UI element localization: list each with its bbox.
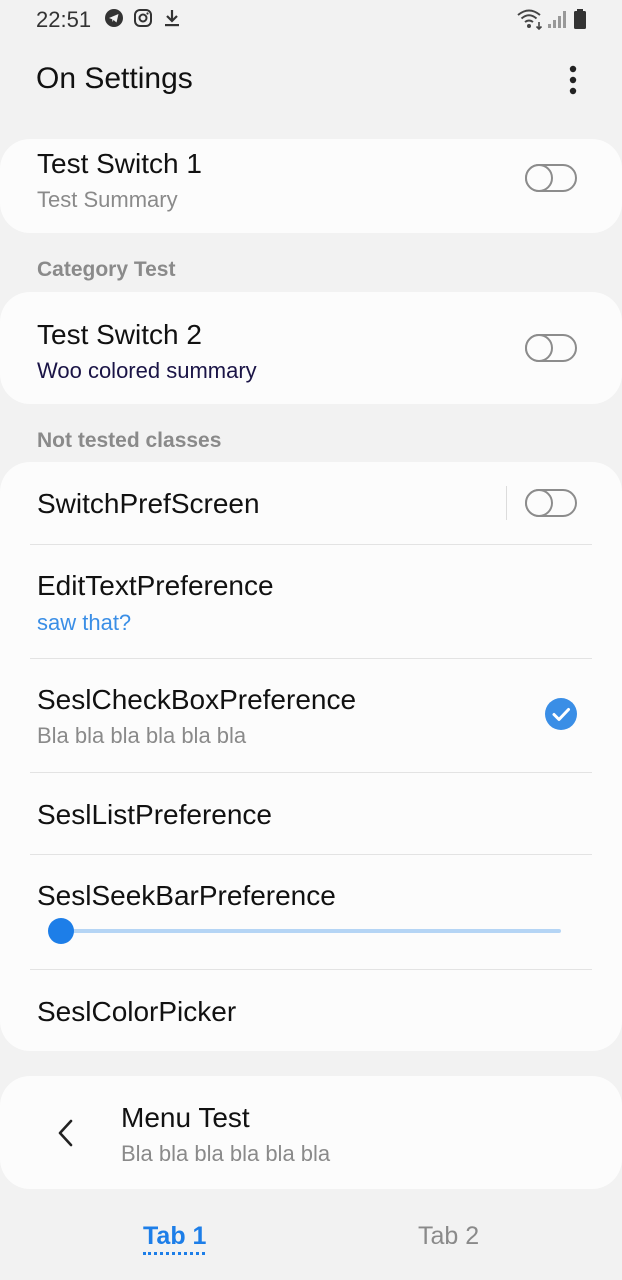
pref-title: Test Switch 2 bbox=[37, 319, 202, 350]
pref-title: SwitchPrefScreen bbox=[37, 488, 260, 519]
seekbar-thumb[interactable] bbox=[48, 918, 74, 944]
checkbox-checked-icon[interactable] bbox=[545, 698, 577, 730]
pref-switch-pref-screen[interactable]: SwitchPrefScreen bbox=[0, 462, 622, 544]
more-vertical-icon[interactable] bbox=[558, 62, 588, 98]
page-title: On Settings bbox=[36, 62, 193, 95]
download-icon bbox=[165, 10, 179, 27]
pref-title: Test Switch 1 bbox=[37, 148, 202, 179]
toggle-knob bbox=[525, 164, 553, 192]
toggle-switch[interactable] bbox=[525, 164, 577, 192]
pref-test-switch-1[interactable]: Test Switch 1 Test Summary bbox=[0, 139, 622, 233]
pref-test-switch-2[interactable]: Test Switch 2 Woo colored summary bbox=[0, 292, 622, 404]
seekbar-track[interactable] bbox=[48, 918, 561, 944]
pref-summary: Bla bla bla bla bla bla bbox=[37, 723, 247, 748]
toggle-switch[interactable] bbox=[525, 489, 577, 517]
pref-title: Menu Test bbox=[121, 1102, 250, 1133]
pref-list[interactable]: SeslListPreference bbox=[0, 773, 622, 854]
toggle-knob bbox=[525, 334, 553, 362]
pref-edit-text[interactable]: EditTextPreference saw that? bbox=[0, 545, 622, 658]
pref-title: SeslSeekBarPreference bbox=[37, 880, 336, 911]
toggle-switch[interactable] bbox=[525, 334, 577, 362]
tab-2[interactable]: Tab 2 bbox=[418, 1222, 479, 1251]
card-not-tested-classes: SwitchPrefScreen EditTextPreference saw … bbox=[0, 462, 622, 1051]
pref-colored-summary: Woo colored summary bbox=[37, 358, 257, 383]
pref-seekbar: SeslSeekBarPreference bbox=[0, 855, 622, 969]
card-test-switch-2: Test Switch 2 Woo colored summary bbox=[0, 292, 622, 404]
vertical-divider bbox=[506, 486, 507, 520]
wifi-icon bbox=[517, 9, 543, 30]
pref-title: EditTextPreference bbox=[37, 570, 274, 601]
pref-title: SeslCheckBoxPreference bbox=[37, 684, 357, 715]
status-bar: 22:51 bbox=[0, 0, 622, 40]
chevron-left-icon[interactable] bbox=[52, 1116, 80, 1150]
pref-summary: Test Summary bbox=[37, 187, 178, 212]
tab-1-indicator bbox=[143, 1252, 205, 1255]
pref-summary: saw that? bbox=[37, 610, 132, 635]
toggle-knob bbox=[525, 489, 553, 517]
category-header: Category Test bbox=[37, 258, 176, 281]
pref-menu-test[interactable]: Menu Test Bla bla bla bla bla bla bbox=[0, 1076, 622, 1189]
card-menu-test: Menu Test Bla bla bla bla bla bla bbox=[0, 1076, 622, 1189]
pref-title: SeslListPreference bbox=[37, 799, 273, 830]
pref-title: SeslColorPicker bbox=[37, 996, 237, 1027]
status-time: 22:51 bbox=[36, 7, 92, 32]
battery-icon bbox=[574, 9, 586, 29]
instagram-icon bbox=[134, 9, 152, 27]
pref-checkbox[interactable]: SeslCheckBoxPreference Bla bla bla bla b… bbox=[0, 659, 622, 772]
category-header: Not tested classes bbox=[37, 429, 222, 452]
card-test-switch-1: Test Switch 1 Test Summary bbox=[0, 139, 622, 233]
pref-summary: Bla bla bla bla bla bla bbox=[121, 1141, 331, 1166]
tab-1[interactable]: Tab 1 bbox=[143, 1222, 206, 1251]
telegram-icon bbox=[105, 9, 123, 27]
signal-icon bbox=[548, 11, 566, 28]
pref-color-picker[interactable]: SeslColorPicker bbox=[0, 970, 622, 1051]
